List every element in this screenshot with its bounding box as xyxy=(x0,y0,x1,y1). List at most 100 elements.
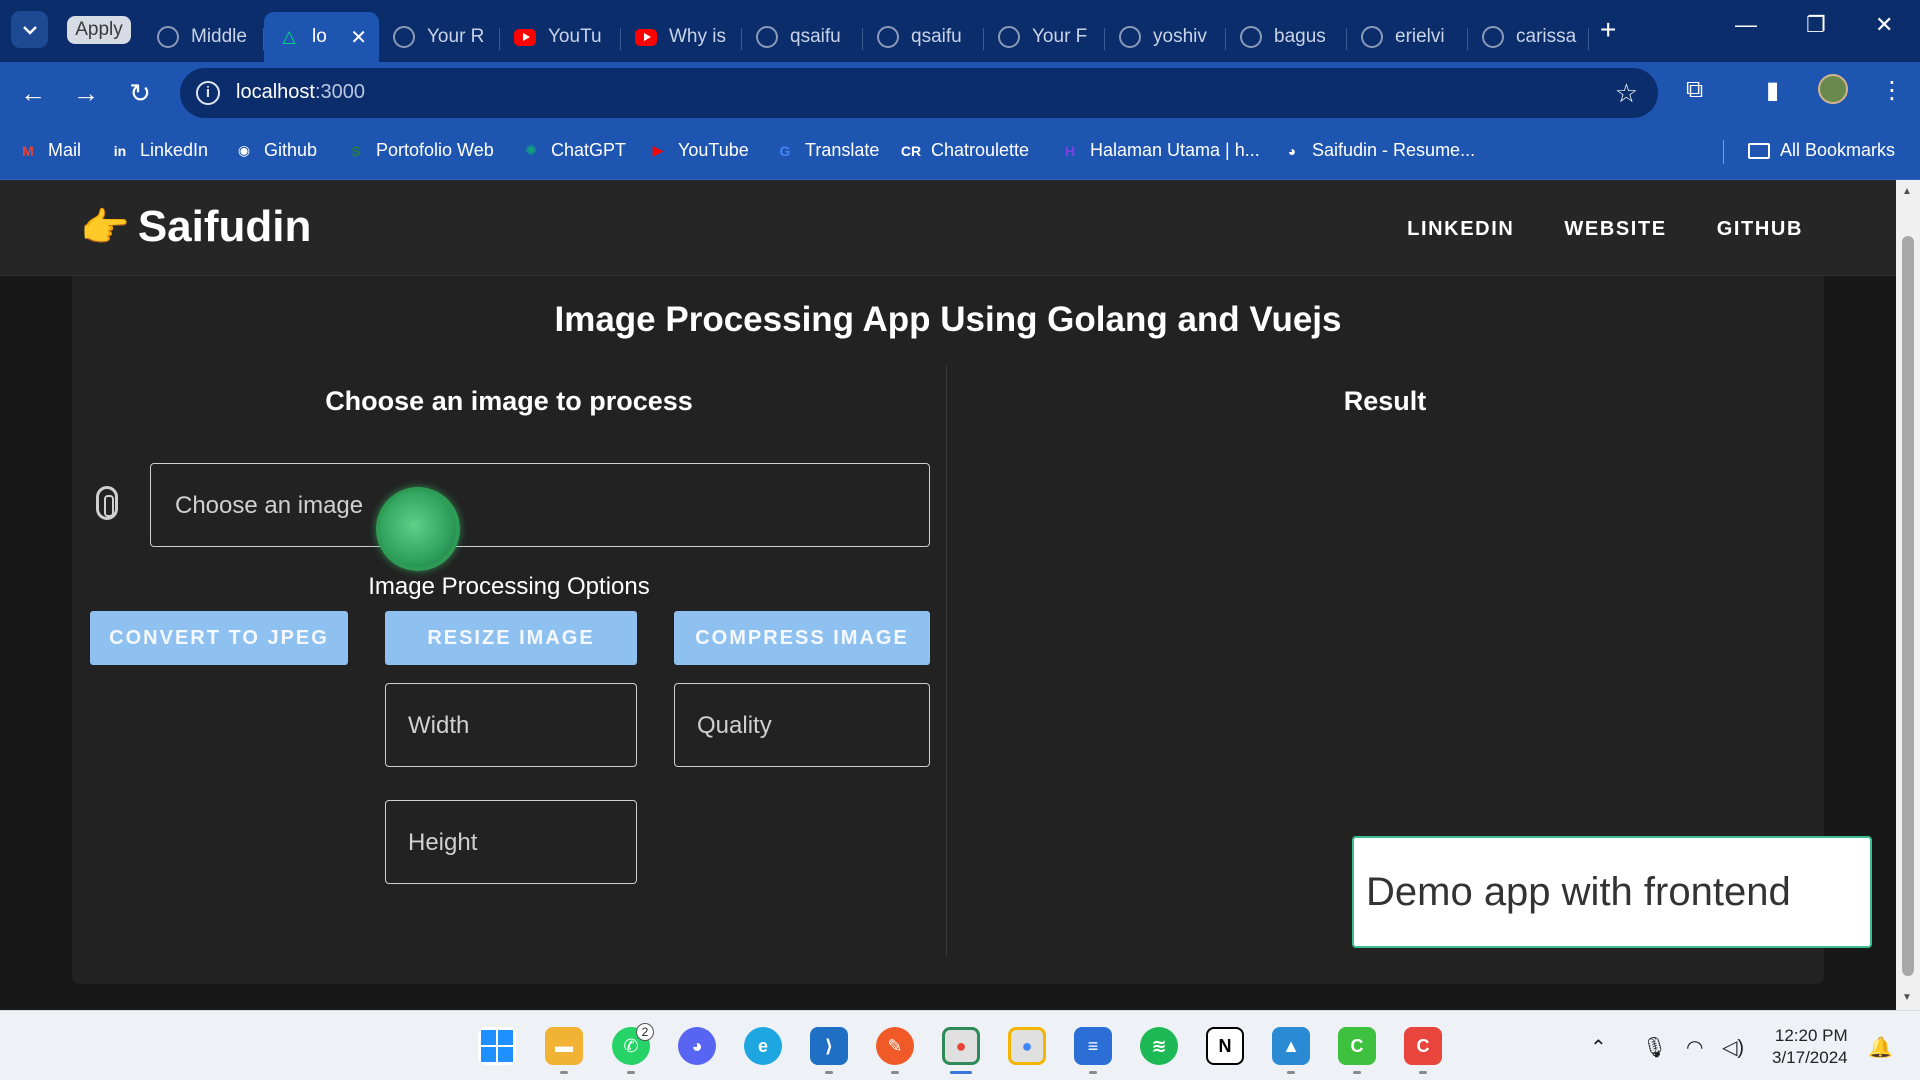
tab-5[interactable]: qsaifu xyxy=(742,12,863,62)
bookmark-label: Mail xyxy=(48,140,82,160)
bookmark-label: Halaman Utama | h... xyxy=(1090,140,1260,160)
scroll-down-arrow-icon[interactable]: ▼ xyxy=(1902,992,1912,1003)
close-window-button[interactable]: ✕ xyxy=(1875,12,1893,38)
bookmark-label: ChatGPT xyxy=(551,140,627,160)
postman-icon[interactable]: ✎ xyxy=(876,1027,914,1065)
tab-0[interactable]: Middle xyxy=(143,12,264,62)
tab-active-localhost[interactable]: △ lo ✕ xyxy=(264,12,379,62)
camtasia-red-icon[interactable]: C xyxy=(1404,1027,1442,1065)
new-tab-button[interactable]: + xyxy=(1600,14,1616,46)
convert-to-jpeg-button[interactable]: CONVERT TO JPEG xyxy=(90,611,348,665)
nav-website-link[interactable]: WEBSITE xyxy=(1564,218,1666,241)
quality-input[interactable]: Quality xyxy=(674,683,930,767)
resize-image-button[interactable]: RESIZE IMAGE xyxy=(385,611,637,665)
postman-running-indicator xyxy=(891,1071,899,1074)
bookmark-translate[interactable]: G Translate xyxy=(775,140,880,161)
notion-icon[interactable]: N xyxy=(1206,1027,1244,1065)
bookmark-label: LinkedIn xyxy=(140,140,209,160)
bookmark-halaman-utama-h[interactable]: H Halaman Utama | h... xyxy=(1060,140,1260,161)
close-tab-icon[interactable]: ✕ xyxy=(350,25,367,50)
tab-4[interactable]: Why is xyxy=(621,12,742,62)
brand-logo[interactable]: 👉 Saifudin xyxy=(80,202,311,252)
vscode-icon[interactable]: ⟩ xyxy=(810,1027,848,1065)
tab-3[interactable]: YouTu xyxy=(500,12,621,62)
bookmark-label: Saifudin - Resume... xyxy=(1312,140,1476,160)
bookmark-github[interactable]: ◉ Github xyxy=(234,140,317,161)
windows-start-icon[interactable] xyxy=(478,1027,516,1065)
tab-title: bagus xyxy=(1274,26,1326,47)
tab-title: erielvi xyxy=(1395,26,1445,47)
tab-8[interactable]: yoshiv xyxy=(1105,12,1226,62)
all-bookmarks-button[interactable]: All Bookmarks xyxy=(1748,140,1895,161)
minimize-button[interactable]: — xyxy=(1735,12,1757,38)
wifi-icon[interactable]: ◠ xyxy=(1686,1035,1703,1060)
page-scrollbar[interactable]: ▲ ▼ xyxy=(1896,180,1920,1010)
bookmark-label: Chatroulette xyxy=(931,140,1030,160)
tab-9[interactable]: bagus xyxy=(1226,12,1347,62)
scrollbar-thumb[interactable] xyxy=(1902,236,1914,976)
spotify-icon[interactable]: ≋ xyxy=(1140,1027,1178,1065)
microphone-icon[interactable]: 🎙 xyxy=(1642,1035,1667,1060)
extensions-icon[interactable]: ⧉ xyxy=(1686,76,1703,104)
notifications-icon[interactable]: 🔔 xyxy=(1868,1035,1893,1060)
site-info-icon[interactable]: i xyxy=(196,81,220,105)
tray-overflow-icon[interactable]: ⌃ xyxy=(1590,1035,1607,1060)
notepad-icon[interactable]: ≡ xyxy=(1074,1027,1112,1065)
file-explorer-icon[interactable]: ▬ xyxy=(545,1027,583,1065)
chevron-down-icon xyxy=(22,25,37,35)
apply-tab-group[interactable]: Apply xyxy=(67,16,131,44)
back-button[interactable]: ← xyxy=(17,78,49,109)
height-input[interactable]: Height xyxy=(385,800,637,884)
restore-button[interactable]: ❐ xyxy=(1806,12,1826,38)
chrome-icon[interactable]: ● xyxy=(942,1027,980,1065)
bookmark-linkedin[interactable]: in LinkedIn xyxy=(110,140,208,161)
camtasia-green-icon[interactable]: C xyxy=(1338,1027,1376,1065)
github-icon xyxy=(393,26,415,48)
compress-image-button[interactable]: COMPRESS IMAGE xyxy=(674,611,930,665)
menu-icon[interactable]: ⋮ xyxy=(1880,76,1904,105)
image-file-input[interactable]: Choose an image xyxy=(150,463,930,547)
photos-icon[interactable]: ▲ xyxy=(1272,1027,1310,1065)
github-icon xyxy=(1482,26,1504,48)
system-clock[interactable]: 12:20 PM 3/17/2024 xyxy=(1772,1025,1848,1069)
bookmark-youtube[interactable]: ▶ YouTube xyxy=(648,140,749,161)
address-url[interactable]: localhost:3000 xyxy=(236,81,365,104)
bookmark-star-icon[interactable]: ☆ xyxy=(1615,78,1638,109)
tab-6[interactable]: qsaifu xyxy=(863,12,984,62)
address-bar[interactable]: i localhost:3000 ☆ xyxy=(180,68,1658,118)
cursor-highlight-icon xyxy=(376,487,460,571)
url-port: :3000 xyxy=(314,81,365,103)
bookmark-chatgpt[interactable]: ✺ ChatGPT xyxy=(521,140,626,161)
bookmark-saifudin-resume[interactable]: ◕ Saifudin - Resume... xyxy=(1282,140,1475,161)
vscode-running-indicator xyxy=(825,1071,833,1074)
app-header: 👉 Saifudin LINKEDIN WEBSITE GITHUB xyxy=(0,180,1896,276)
column-divider xyxy=(946,366,947,956)
paperclip-icon[interactable] xyxy=(96,486,118,520)
tab-search-button[interactable] xyxy=(11,11,48,48)
file-explorer-running-indicator xyxy=(560,1071,568,1074)
nav-linkedin-link[interactable]: LINKEDIN xyxy=(1407,218,1514,241)
bookmark-portofolio-web[interactable]: S Portofolio Web xyxy=(346,140,493,161)
chrome-profile-icon[interactable]: ● xyxy=(1008,1027,1046,1065)
bookmark-label: Translate xyxy=(805,140,880,160)
nav-github-link[interactable]: GITHUB xyxy=(1717,218,1803,241)
reload-button[interactable]: ↻ xyxy=(124,78,156,109)
profile-avatar[interactable] xyxy=(1818,74,1848,104)
discord-icon[interactable]: ◕ xyxy=(678,1027,716,1065)
tab-7[interactable]: Your F xyxy=(984,12,1105,62)
tab-10[interactable]: erielvi xyxy=(1347,12,1468,62)
tab-2[interactable]: Your R xyxy=(379,12,500,62)
clock-date: 3/17/2024 xyxy=(1772,1048,1848,1067)
width-input[interactable]: Width xyxy=(385,683,637,767)
forward-button[interactable]: → xyxy=(70,78,102,109)
scroll-up-arrow-icon[interactable]: ▲ xyxy=(1902,186,1912,197)
bookmark-mail[interactable]: M Mail xyxy=(18,140,81,161)
edge-icon[interactable]: e xyxy=(744,1027,782,1065)
volume-icon[interactable]: ◁) xyxy=(1722,1035,1744,1060)
folder-icon xyxy=(1748,142,1770,159)
bookmark-chatroulette[interactable]: CR Chatroulette xyxy=(901,140,1029,161)
halaman-icon: H xyxy=(1064,142,1076,159)
notepad-running-indicator xyxy=(1089,1071,1097,1074)
side-panel-icon[interactable]: ▮ xyxy=(1766,76,1779,105)
tab-11[interactable]: carissa xyxy=(1468,12,1589,62)
